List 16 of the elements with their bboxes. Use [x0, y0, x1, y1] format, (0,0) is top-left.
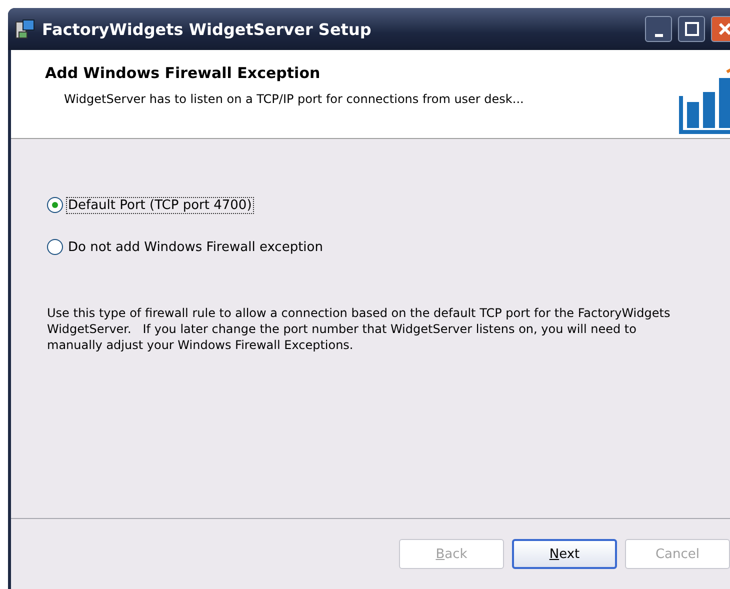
close-icon: [718, 22, 730, 36]
minimize-button[interactable]: [645, 16, 672, 42]
page-title: Add Windows Firewall Exception: [45, 64, 322, 82]
radio-button[interactable]: [47, 197, 63, 213]
option-label[interactable]: Default Port (TCP port 4700): [66, 196, 254, 214]
minimize-icon: [654, 34, 662, 36]
maximize-icon: [684, 22, 698, 36]
window-title: FactoryWidgets WidgetServer Setup: [42, 20, 372, 38]
close-button[interactable]: [711, 16, 730, 42]
radio-button[interactable]: [47, 239, 63, 255]
maximize-button[interactable]: [678, 16, 705, 42]
page-subtitle: WidgetServer has to listen on a TCP/IP port for connections from user desk...: [63, 92, 525, 106]
setup-icon: [14, 18, 36, 40]
option-label[interactable]: Do not add Windows Firewall exception: [66, 238, 325, 256]
next-button[interactable]: Next: [512, 539, 617, 569]
description-text: Use this type of firewall rule to allow a connection based on the default TCP port for the FactoryWidgets WidgetServer. If you later change the port number that WidgetServer listens on, you will need to manually adjust your Windows Firewall Exceptions.: [47, 305, 672, 353]
